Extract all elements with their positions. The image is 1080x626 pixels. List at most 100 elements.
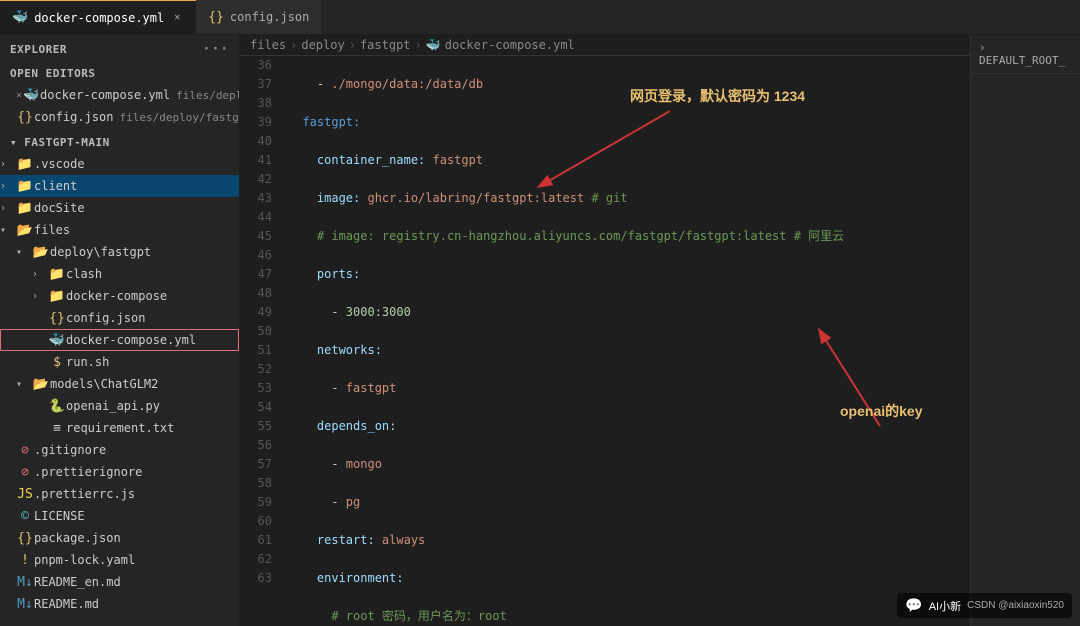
right-panel-default-root[interactable]: › DEFAULT_ROOT_ [971,35,1080,74]
req-label: requirement.txt [66,421,174,435]
file-pnpm-lock[interactable]: ! pnpm-lock.yaml [0,549,239,571]
folder-vscode-label: .vscode [34,157,85,171]
file-config-json[interactable]: {} config.json [0,307,239,329]
folder-files-icon: 📂 [16,223,34,238]
open-editor-config[interactable]: {} config.json files/deploy/fastgpt [0,106,239,128]
folder-files-label: files [34,223,70,237]
prettierignore-label: .prettierignore [34,465,142,479]
gitignore-icon: ⊘ [16,443,34,458]
folder-docsite-icon: 📁 [16,201,34,216]
folder-docsite[interactable]: › 📁 docSite [0,197,239,219]
arrow-docsite: › [0,203,16,214]
readme-label: README.md [34,597,99,611]
breadcrumb-fastgpt: fastgpt [360,38,411,52]
open-editors-label: OPEN EDITORS [0,63,239,84]
tab-close-docker[interactable]: ✕ [170,11,184,25]
tab-bar: 🐳 docker-compose.yml ✕ {} config.json [0,0,1080,35]
folder-dc-label: docker-compose [66,289,167,303]
open-editor-config-path: files/deploy/fastgpt [119,111,239,124]
run-sh-label: run.sh [66,355,109,369]
config-json-icon: {} [48,311,66,326]
folder-models-icon: 📂 [32,377,50,392]
folder-clash-label: clash [66,267,102,281]
folder-docsite-label: docSite [34,201,85,215]
arrow-clash: › [32,269,48,280]
file-docker-compose-yml[interactable]: 🐳 docker-compose.yml [0,329,239,351]
json-file-icon: {} [16,110,34,125]
sidebar-header: EXPLORER ··· [0,35,239,63]
py-icon: 🐍 [48,399,66,414]
file-readme[interactable]: M↓ README.md [0,593,239,615]
package-json-label: package.json [34,531,121,545]
file-prettierrc-js[interactable]: JS .prettierrc.js [0,483,239,505]
license-label: LICENSE [34,509,85,523]
tab-docker-compose[interactable]: 🐳 docker-compose.yml ✕ [0,0,196,34]
file-requirement-txt[interactable]: ≡ requirement.txt [0,417,239,439]
arrow-docker-compose: › [32,291,48,302]
arrow-files: ▾ [0,225,16,236]
run-sh-icon: $ [48,355,66,370]
docker-icon: 🐳 [12,10,28,25]
folder-deploy-fastgpt[interactable]: ▾ 📂 deploy\fastgpt [0,241,239,263]
py-label: openai_api.py [66,399,160,413]
breadcrumb: files › deploy › fastgpt › 🐳 docker-comp… [240,35,970,56]
readme-en-icon: M↓ [16,575,34,590]
arrow-models: ▾ [16,379,32,390]
readme-en-label: README_en.md [34,575,121,589]
open-editor-docker-path: files/deploy/fastgpt [176,89,239,102]
folder-clash-icon: 📁 [48,267,66,282]
package-json-icon: {} [16,531,34,546]
folder-client[interactable]: › 📁 client [0,175,239,197]
tab-config-json[interactable]: {} config.json [196,0,321,34]
tab-label-json: config.json [230,10,309,24]
file-run-sh[interactable]: $ run.sh [0,351,239,373]
prettierrc-label: .prettierrc.js [34,487,135,501]
prettierrc-icon: JS [16,487,34,502]
config-json-label: config.json [66,311,145,325]
dc-yml-label: docker-compose.yml [66,333,196,347]
folder-client-icon: 📁 [16,179,34,194]
open-editor-config-label: config.json [34,110,113,124]
right-panel: › DEFAULT_ROOT_ [970,35,1080,626]
dc-yml-icon: 🐳 [48,333,66,348]
pnpm-lock-label: pnpm-lock.yaml [34,553,135,567]
tab-label-docker: docker-compose.yml [34,11,164,25]
code-content[interactable]: - ./mongo/data:/data/db fastgpt: contain… [280,56,970,626]
breadcrumb-filename: docker-compose.yml [445,38,575,52]
arrow-client: › [0,181,16,192]
docker-file-icon: 🐳 [22,88,40,103]
fastgpt-main-label[interactable]: ▾ FASTGPT-MAIN [0,132,239,153]
folder-clash[interactable]: › 📁 clash [0,263,239,285]
explorer-label: EXPLORER [10,43,67,56]
main-layout: EXPLORER ··· OPEN EDITORS ✕ 🐳 docker-com… [0,35,1080,626]
editor-area: files › deploy › fastgpt › 🐳 docker-comp… [240,35,970,626]
file-openai-api-py[interactable]: 🐍 openai_api.py [0,395,239,417]
file-prettierignore[interactable]: ⊘ .prettierignore [0,461,239,483]
folder-client-label: client [34,179,77,193]
folder-files[interactable]: ▾ 📂 files [0,219,239,241]
folder-docker-compose[interactable]: › 📁 docker-compose [0,285,239,307]
file-package-json[interactable]: {} package.json [0,527,239,549]
sidebar-options-icon[interactable]: ··· [202,41,229,57]
folder-models-chatglm[interactable]: ▾ 📂 models\ChatGLM2 [0,373,239,395]
breadcrumb-files: files [250,38,286,52]
file-readme-en[interactable]: M↓ README_en.md [0,571,239,593]
folder-dc-icon: 📁 [48,289,66,304]
file-gitignore[interactable]: ⊘ .gitignore [0,439,239,461]
pnpm-lock-icon: ! [16,553,34,568]
folder-vscode[interactable]: › 📁 .vscode [0,153,239,175]
folder-deploy-icon: 📂 [32,245,50,260]
open-editor-docker-label: docker-compose.yml [40,88,170,102]
arrow-deploy: ▾ [16,247,32,258]
folder-vscode-icon: 📁 [16,157,34,172]
wechat-icon: 💬 [905,597,922,614]
req-icon: ≡ [48,421,66,436]
json-icon: {} [208,10,224,25]
file-license[interactable]: © LICENSE [0,505,239,527]
readme-icon: M↓ [16,597,34,612]
license-icon: © [16,509,34,524]
folder-models-label: models\ChatGLM2 [50,377,158,391]
watermark: 💬 AI小新 CSDN @aixiaoxin520 [897,593,1072,618]
code-editor[interactable]: 3637383940 4142434445 4647484950 5152535… [240,56,970,626]
open-editor-docker[interactable]: ✕ 🐳 docker-compose.yml files/deploy/fast… [0,84,239,106]
